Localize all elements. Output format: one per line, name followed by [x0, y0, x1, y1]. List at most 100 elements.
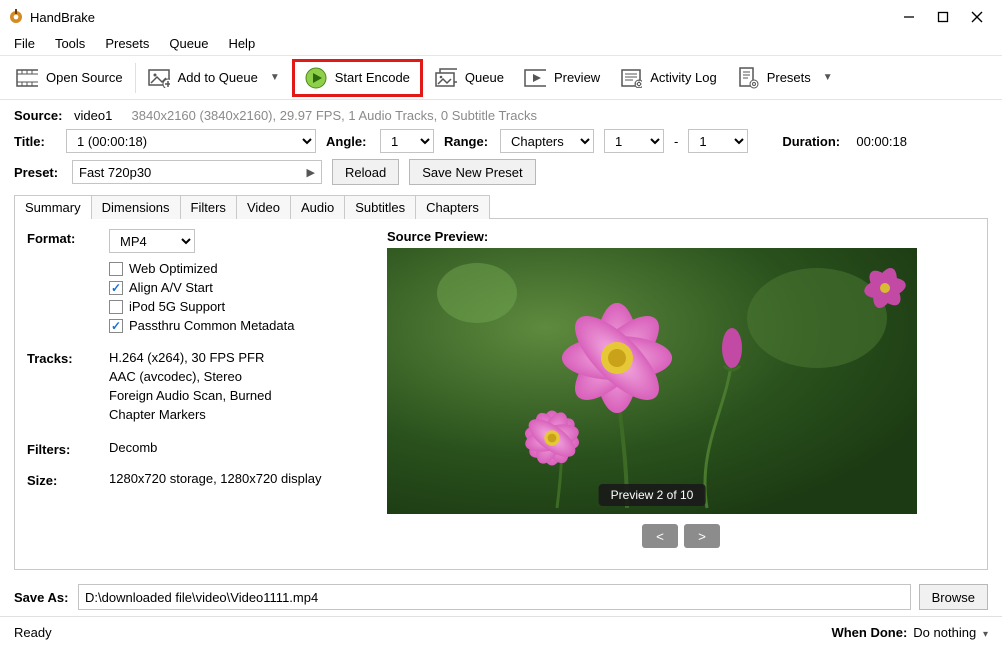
filters-label: Filters:	[27, 440, 109, 457]
passthru-checkbox[interactable]: Passthru Common Metadata	[109, 316, 294, 335]
range-mode-select[interactable]: Chapters	[500, 129, 594, 153]
duration-value: 00:00:18	[856, 134, 907, 149]
activity-log-button[interactable]: Activity Log	[610, 59, 726, 97]
menu-tools[interactable]: Tools	[45, 34, 95, 53]
tab-video[interactable]: Video	[236, 195, 291, 219]
menu-presets[interactable]: Presets	[95, 34, 159, 53]
maximize-button[interactable]	[926, 5, 960, 29]
open-source-button[interactable]: Open Source	[6, 59, 133, 97]
log-icon	[620, 67, 642, 89]
tab-summary[interactable]: Summary	[14, 195, 92, 219]
chevron-down-icon[interactable]: ▼	[823, 72, 833, 83]
source-row: Source: video1 3840x2160 (3840x2160), 29…	[14, 108, 988, 123]
reload-preset-button[interactable]: Reload	[332, 159, 399, 185]
preview-prev-button[interactable]: <	[642, 524, 678, 548]
minimize-button[interactable]	[892, 5, 926, 29]
tab-audio[interactable]: Audio	[290, 195, 345, 219]
presets-label: Presets	[767, 70, 811, 85]
source-detail: 3840x2160 (3840x2160), 29.97 FPS, 1 Audi…	[132, 108, 537, 123]
checkbox-icon	[109, 300, 123, 314]
chevron-right-icon: ▶	[307, 166, 315, 179]
passthru-label: Passthru Common Metadata	[129, 318, 294, 333]
duration-label: Duration:	[782, 134, 846, 149]
film-icon	[16, 67, 38, 89]
tabs-strip: Summary Dimensions Filters Video Audio S…	[14, 195, 988, 219]
align-av-label: Align A/V Start	[129, 280, 213, 295]
menu-queue[interactable]: Queue	[159, 34, 218, 53]
images-stack-icon	[435, 67, 457, 89]
size-label: Size:	[27, 471, 109, 488]
tab-filters[interactable]: Filters	[180, 195, 237, 219]
checkbox-icon	[109, 319, 123, 333]
document-gear-icon	[737, 67, 759, 89]
ipod-checkbox[interactable]: iPod 5G Support	[109, 297, 294, 316]
toolbar-separator	[135, 63, 136, 93]
status-text: Ready	[14, 625, 52, 640]
save-as-label: Save As:	[14, 590, 70, 605]
menu-help[interactable]: Help	[218, 34, 265, 53]
chevron-down-icon[interactable]: ▼	[270, 72, 280, 83]
ipod-label: iPod 5G Support	[129, 299, 225, 314]
source-label: Source:	[14, 108, 68, 123]
tab-chapters[interactable]: Chapters	[415, 195, 490, 219]
checkbox-icon	[109, 281, 123, 295]
angle-label: Angle:	[326, 134, 370, 149]
save-as-input[interactable]	[78, 584, 911, 610]
when-done-label: When Done:	[831, 625, 907, 640]
source-preview-label: Source Preview:	[387, 229, 975, 244]
web-optimized-checkbox[interactable]: Web Optimized	[109, 259, 294, 278]
source-name: video1	[74, 108, 112, 123]
play-icon	[305, 67, 327, 89]
range-to-select[interactable]: 1	[688, 129, 748, 153]
add-to-queue-button[interactable]: Add to Queue ▼	[138, 59, 290, 97]
preview-label: Preview	[554, 70, 600, 85]
handbrake-icon	[8, 9, 24, 25]
checkbox-icon	[109, 262, 123, 276]
start-encode-label: Start Encode	[335, 70, 410, 85]
range-separator: -	[674, 134, 678, 149]
browse-button[interactable]: Browse	[919, 584, 988, 610]
filters-value: Decomb	[109, 440, 157, 457]
preset-combo[interactable]: Fast 720p30 ▶	[72, 160, 322, 184]
tab-panel-summary: Format: MP4 Web Optimized Align A/V Star…	[14, 218, 988, 570]
tab-subtitles[interactable]: Subtitles	[344, 195, 416, 219]
when-done-select[interactable]: Do nothing ▾	[913, 625, 988, 640]
window-title: HandBrake	[30, 10, 95, 25]
preset-value: Fast 720p30	[79, 165, 151, 180]
presets-button[interactable]: Presets ▼	[727, 59, 843, 97]
web-optimized-label: Web Optimized	[129, 261, 218, 276]
title-label: Title:	[14, 134, 56, 149]
align-av-checkbox[interactable]: Align A/V Start	[109, 278, 294, 297]
source-preview-image: Preview 2 of 10	[387, 248, 917, 514]
close-button[interactable]	[960, 5, 994, 29]
preview-counter-badge: Preview 2 of 10	[599, 484, 706, 506]
toolbar: Open Source Add to Queue ▼ Start Encode …	[0, 56, 1002, 100]
title-select[interactable]: 1 (00:00:18)	[66, 129, 316, 153]
range-from-select[interactable]: 1	[604, 129, 664, 153]
status-bar: Ready When Done: Do nothing ▾	[0, 616, 1002, 648]
preview-button[interactable]: Preview	[514, 59, 610, 97]
start-encode-button[interactable]: Start Encode	[292, 59, 423, 97]
menu-bar: File Tools Presets Queue Help	[0, 32, 1002, 56]
chevron-down-icon: ▾	[980, 629, 988, 640]
tracks-label: Tracks:	[27, 349, 109, 424]
queue-button[interactable]: Queue	[425, 59, 514, 97]
angle-select[interactable]: 1	[380, 129, 434, 153]
format-select[interactable]: MP4	[109, 229, 195, 253]
range-label: Range:	[444, 134, 490, 149]
image-plus-icon	[148, 67, 170, 89]
queue-label: Queue	[465, 70, 504, 85]
preview-icon	[524, 67, 546, 89]
preset-label: Preset:	[14, 165, 62, 180]
window-titlebar: HandBrake	[0, 0, 1002, 32]
tracks-values: H.264 (x264), 30 FPS PFR AAC (avcodec), …	[109, 349, 272, 424]
menu-file[interactable]: File	[4, 34, 45, 53]
tab-dimensions[interactable]: Dimensions	[91, 195, 181, 219]
add-to-queue-label: Add to Queue	[178, 70, 258, 85]
activity-log-label: Activity Log	[650, 70, 716, 85]
size-value: 1280x720 storage, 1280x720 display	[109, 471, 322, 488]
format-label: Format:	[27, 229, 109, 335]
save-new-preset-button[interactable]: Save New Preset	[409, 159, 535, 185]
preview-next-button[interactable]: >	[684, 524, 720, 548]
open-source-label: Open Source	[46, 70, 123, 85]
